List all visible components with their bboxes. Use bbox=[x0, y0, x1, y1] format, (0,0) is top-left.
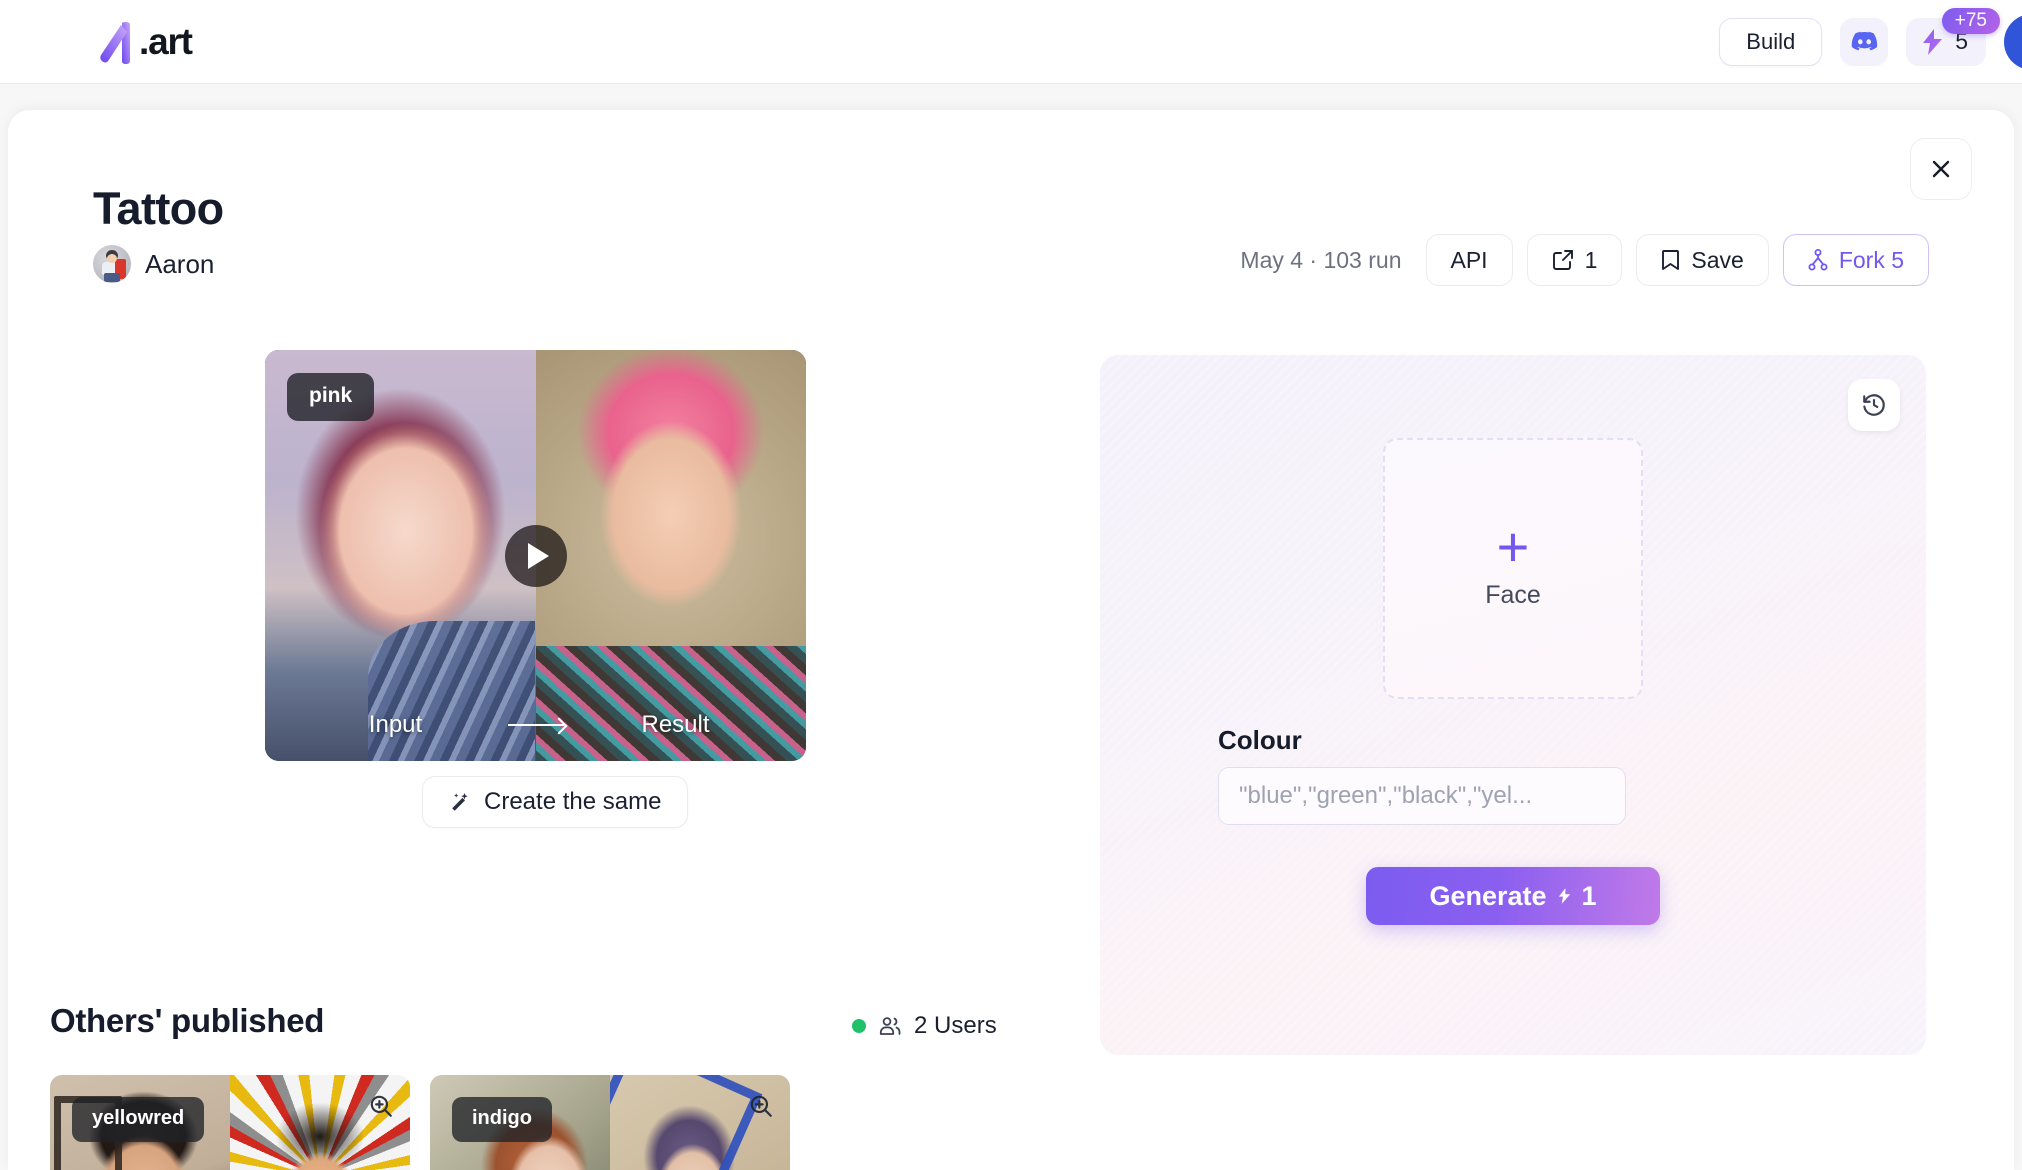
magic-wand-icon bbox=[452, 793, 468, 811]
generate-label: Generate bbox=[1429, 880, 1547, 911]
top-navigation-bar: .art Build 5 +75 3 bbox=[0, 0, 2022, 84]
media-result-image bbox=[535, 350, 806, 761]
gallery-card-tag: yellowred bbox=[72, 1097, 205, 1142]
face-upload-dropzone[interactable]: + Face bbox=[1383, 438, 1643, 699]
author-name: Aaron bbox=[145, 248, 215, 279]
discord-button[interactable] bbox=[1840, 17, 1889, 66]
play-icon bbox=[527, 542, 549, 569]
generate-button[interactable]: Generate 1 bbox=[1366, 867, 1660, 925]
credits-bonus-badge: +75 bbox=[1941, 7, 2000, 35]
build-button[interactable]: Build bbox=[1719, 17, 1823, 66]
users-count-label: 2 Users bbox=[914, 1012, 997, 1039]
lightning-bolt-icon bbox=[1558, 888, 1570, 904]
nav-right-cluster: Build 5 +75 3 bbox=[1719, 7, 2022, 70]
colour-field-label: Colour bbox=[1218, 725, 1302, 755]
discord-icon bbox=[1851, 31, 1877, 51]
bookmark-icon bbox=[1662, 250, 1680, 270]
generator-panel: + Face Colour Generate 1 bbox=[1100, 355, 1926, 1055]
gallery-card-tag: indigo bbox=[452, 1097, 552, 1142]
create-the-same-label: Create the same bbox=[484, 788, 662, 815]
create-the-same-button[interactable]: Create the same bbox=[422, 776, 689, 828]
zoom-in-icon[interactable] bbox=[748, 1093, 774, 1119]
gallery-card[interactable]: yellowred bbox=[50, 1075, 410, 1170]
share-icon bbox=[1552, 250, 1573, 270]
featured-media-card[interactable]: pink Input Result bbox=[265, 350, 806, 761]
lightning-bolt-icon bbox=[1923, 28, 1943, 55]
generate-cost: 1 bbox=[1581, 880, 1597, 911]
others-published-gallery: yellowred indigo bbox=[50, 1075, 790, 1170]
colour-input[interactable] bbox=[1218, 767, 1626, 825]
author-avatar bbox=[93, 245, 131, 283]
logo-mark-icon bbox=[100, 21, 130, 64]
gallery-result-image bbox=[610, 1075, 790, 1170]
logo-text: .art bbox=[139, 20, 193, 62]
users-icon bbox=[879, 1017, 901, 1035]
detail-modal-panel: Tattoo Aaron May 4 · 103 run API 1 Save bbox=[8, 110, 2014, 1170]
credits-button[interactable]: 5 +75 bbox=[1906, 7, 2000, 66]
user-avatar[interactable]: 3 bbox=[2004, 13, 2022, 70]
fork-icon bbox=[1808, 249, 1828, 271]
play-button[interactable] bbox=[504, 524, 567, 587]
save-label: Save bbox=[1691, 246, 1744, 273]
share-button[interactable]: 1 bbox=[1526, 234, 1623, 286]
active-users-indicator: 2 Users bbox=[852, 1012, 997, 1040]
history-icon bbox=[1863, 394, 1885, 416]
fork-button[interactable]: Fork 5 bbox=[1782, 234, 1929, 286]
media-tag: pink bbox=[287, 373, 375, 421]
share-count: 1 bbox=[1584, 246, 1598, 273]
close-icon bbox=[1932, 160, 1950, 178]
date-and-runs: May 4 · 103 run bbox=[1240, 246, 1402, 273]
face-upload-label: Face bbox=[1485, 581, 1541, 609]
others-published-heading: Others' published bbox=[50, 1002, 325, 1039]
plus-icon: + bbox=[1496, 515, 1530, 578]
app-logo[interactable]: .art bbox=[96, 19, 193, 65]
page-title: Tattoo bbox=[93, 183, 224, 234]
api-button[interactable]: API bbox=[1425, 234, 1513, 286]
close-button[interactable] bbox=[1910, 138, 1972, 200]
gallery-result-image bbox=[230, 1075, 410, 1170]
gallery-card[interactable]: indigo bbox=[430, 1075, 790, 1170]
online-status-dot bbox=[852, 1019, 866, 1033]
history-button[interactable] bbox=[1848, 379, 1900, 431]
zoom-in-icon[interactable] bbox=[368, 1093, 394, 1119]
save-button[interactable]: Save bbox=[1636, 234, 1769, 286]
meta-action-row: May 4 · 103 run API 1 Save Fork 5 bbox=[1240, 234, 1929, 286]
author-row[interactable]: Aaron bbox=[93, 245, 214, 283]
fork-label: Fork 5 bbox=[1838, 246, 1904, 273]
